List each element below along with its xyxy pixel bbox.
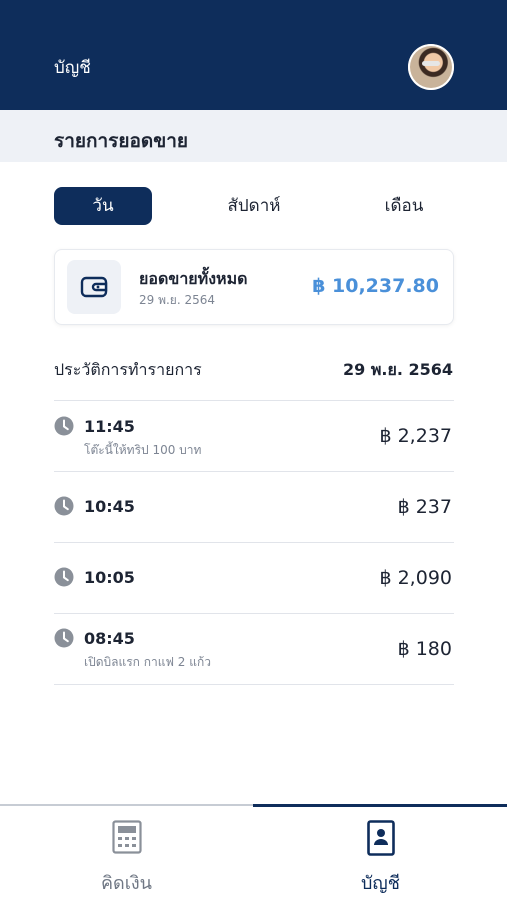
bottom-nav: คิดเงิน บัญชี xyxy=(0,804,507,902)
section-title: รายการยอดขาย xyxy=(54,130,189,152)
transaction-amount: ฿ 237 xyxy=(397,496,452,518)
wallet-icon-box xyxy=(67,260,121,314)
period-tabs: วัน สัปดาห์ เดือน xyxy=(54,187,454,225)
transaction-row[interactable]: 10:05 ฿ 2,090 xyxy=(54,542,454,613)
transaction-row[interactable]: 11:45 โต๊ะนี้ให้ทริป 100 บาท ฿ 2,237 xyxy=(54,400,454,471)
tab-week[interactable]: สัปดาห์ xyxy=(204,187,304,225)
transaction-note: โต๊ะนี้ให้ทริป 100 บาท xyxy=(84,443,202,457)
app-header: บัญชี xyxy=(0,0,507,110)
transaction-row[interactable]: 08:45 เปิดบิลแรก กาแฟ 2 แก้ว ฿ 180 xyxy=(54,613,454,685)
clock-icon xyxy=(54,496,74,516)
tab-day[interactable]: วัน xyxy=(54,187,152,225)
nav-label-account: บัญชี xyxy=(361,873,400,894)
transaction-time: 10:05 xyxy=(84,568,135,587)
calculator-icon xyxy=(111,820,142,854)
transaction-row[interactable]: 10:45 ฿ 237 xyxy=(54,471,454,542)
clock-icon xyxy=(54,628,74,648)
avatar-glasses xyxy=(422,61,440,66)
nav-label-checkout: คิดเงิน xyxy=(101,873,152,894)
transaction-time: 11:45 xyxy=(84,417,135,436)
history-title: ประวัติการทำรายการ xyxy=(54,360,202,379)
transaction-list: 11:45 โต๊ะนี้ให้ทริป 100 บาท ฿ 2,237 10:… xyxy=(54,400,454,685)
total-sales-amount: ฿ 10,237.80 xyxy=(312,275,439,297)
nav-item-checkout[interactable]: คิดเงิน xyxy=(0,806,253,900)
transaction-time: 08:45 xyxy=(84,629,135,648)
transaction-amount: ฿ 2,237 xyxy=(379,425,452,447)
tab-month[interactable]: เดือน xyxy=(354,187,454,225)
total-sales-date: 29 พ.ย. 2564 xyxy=(139,293,216,307)
history-date: 29 พ.ย. 2564 xyxy=(342,360,453,379)
transaction-amount: ฿ 180 xyxy=(397,638,452,660)
clock-icon xyxy=(54,416,74,436)
account-book-icon xyxy=(366,820,395,856)
transaction-note: เปิดบิลแรก กาแฟ 2 แก้ว xyxy=(84,655,211,669)
total-sales-label: ยอดขายทั้งหมด xyxy=(139,269,248,288)
nav-item-account[interactable]: บัญชี xyxy=(254,806,507,900)
user-avatar[interactable] xyxy=(408,44,454,90)
clock-icon xyxy=(54,567,74,587)
total-sales-card: ยอดขายทั้งหมด 29 พ.ย. 2564 ฿ 10,237.80 xyxy=(54,249,454,325)
header-title: บัญชี xyxy=(54,58,91,78)
transaction-time: 10:45 xyxy=(84,497,135,516)
transaction-amount: ฿ 2,090 xyxy=(379,567,452,589)
wallet-icon xyxy=(80,276,108,298)
